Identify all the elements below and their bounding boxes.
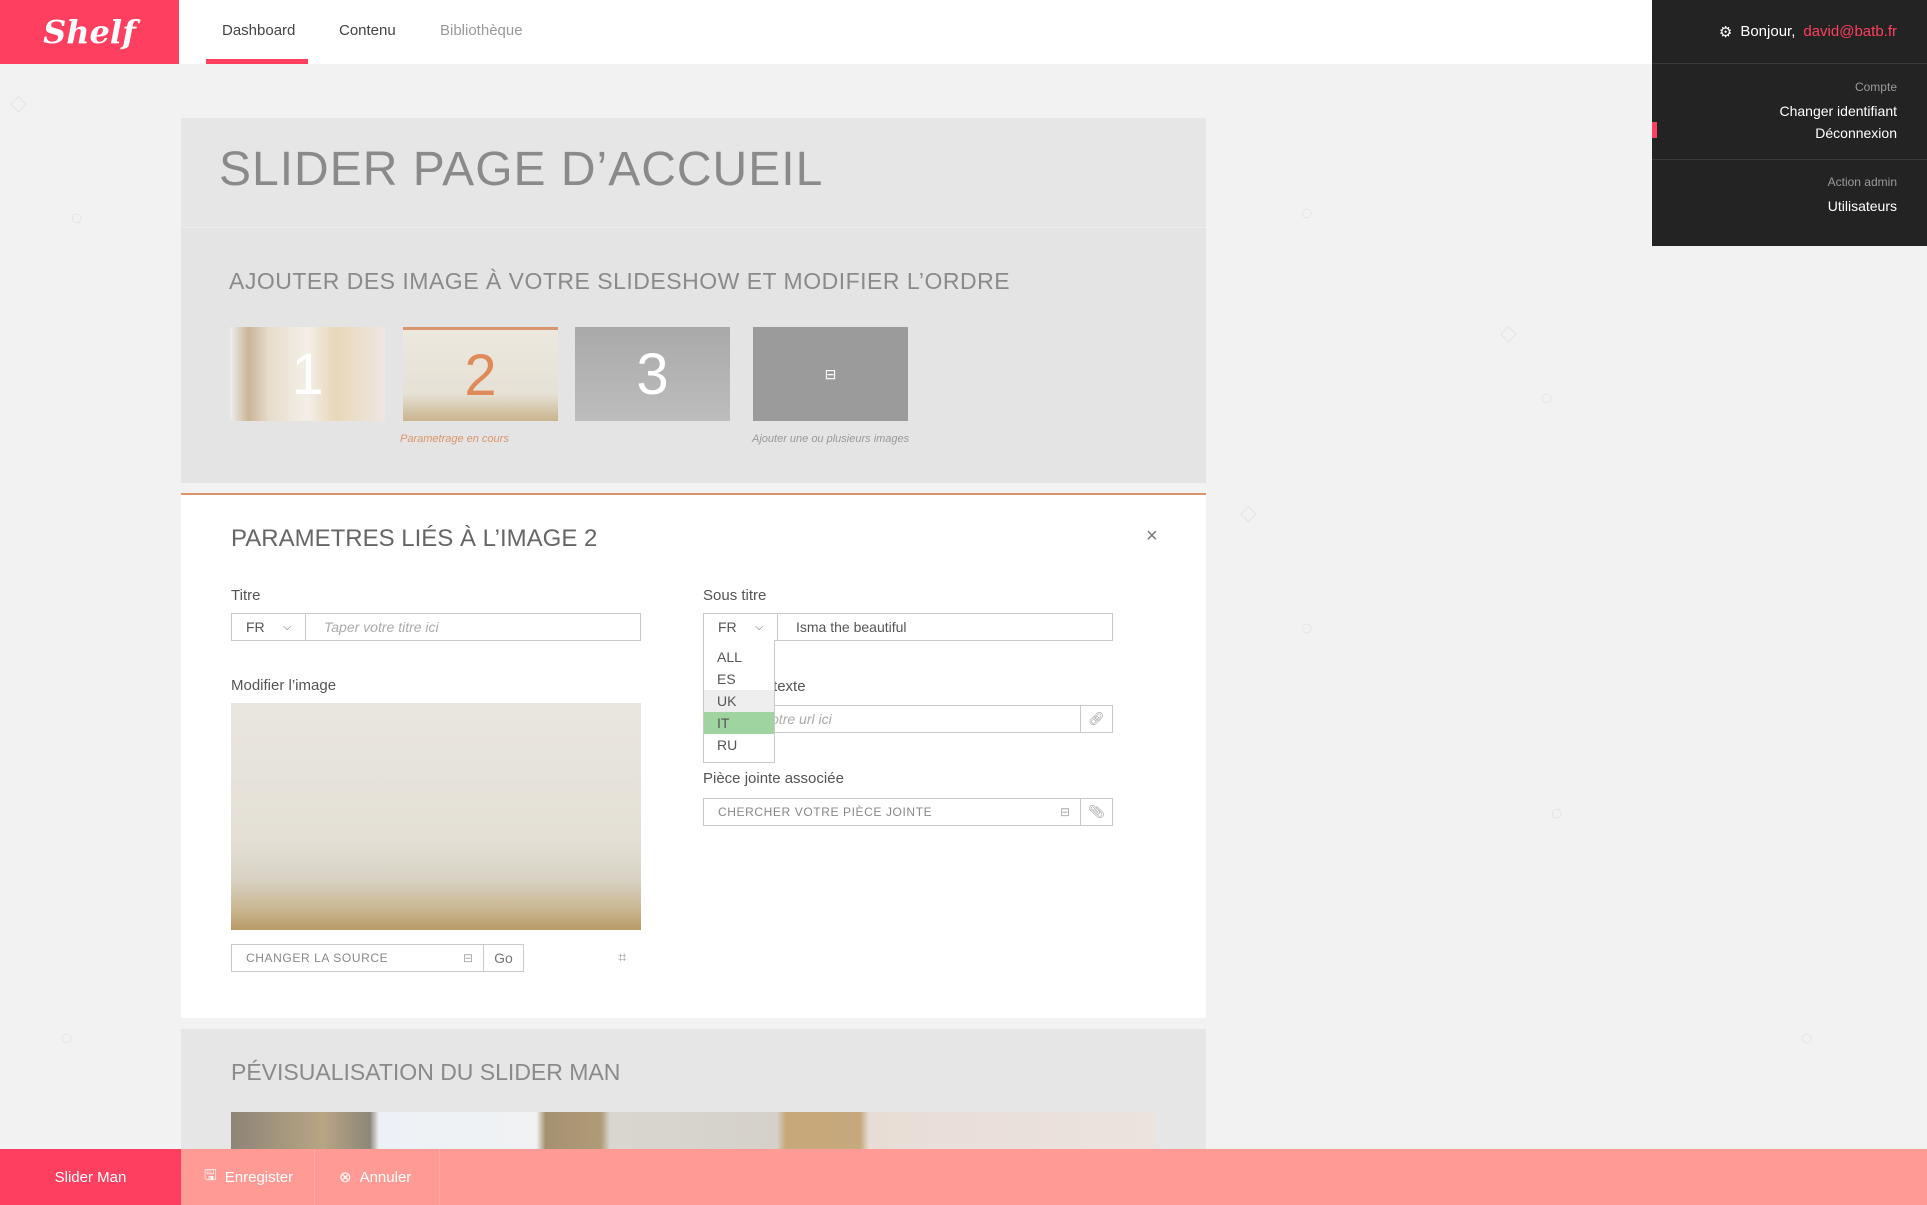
background-pattern: ○ [1550, 800, 1564, 825]
menu-item-changer-identifiant[interactable]: Changer identifiant [1779, 100, 1897, 122]
save-label: Enregister [224, 1168, 294, 1186]
divider [1652, 159, 1927, 160]
menu-item-utilisateurs[interactable]: Utilisateurs [1828, 195, 1897, 217]
close-icon[interactable]: × [1146, 525, 1158, 548]
background-pattern: ◇ [1500, 320, 1517, 345]
slide-thumb-1[interactable]: 1 [230, 327, 385, 421]
slide-number: 2 [464, 343, 497, 408]
menu-item-deconnexion[interactable]: Déconnexion [1779, 122, 1897, 144]
lang-option-it[interactable]: IT [704, 712, 774, 734]
titre-label: Titre [231, 587, 261, 604]
slide-thumb-3[interactable]: 3 [575, 327, 730, 421]
source-field: CHANGER LA SOURCE ⊟ [231, 944, 484, 972]
cancel-circle-icon: ⊗ [339, 1169, 352, 1186]
preview-heading: PÉVISUALISATION DU SLIDER MAN [231, 1059, 621, 1085]
nav-tab-contenu[interactable]: Contenu [339, 0, 396, 64]
sous-titre-input[interactable]: Isma the beautiful [778, 619, 1112, 635]
cancel-label: Annuler [359, 1168, 412, 1186]
titre-lang-select[interactable]: FR ⌵ [232, 614, 306, 640]
user-email[interactable]: david@batb.fr [1803, 23, 1897, 40]
add-images-button[interactable]: ⊟ [753, 327, 908, 421]
slide-number: 1 [291, 341, 324, 407]
shelf-logo[interactable]: Shelf [0, 0, 179, 64]
slide-thumb-2[interactable]: 2 [403, 327, 558, 421]
add-caption: Ajouter une ou plusieurs images [752, 433, 910, 445]
background-pattern: ○ [1540, 385, 1554, 410]
titre-field: FR ⌵ Taper votre titre ici [231, 613, 641, 641]
go-label: Go [494, 950, 513, 966]
chevron-down-icon: ⌵ [755, 621, 763, 633]
background-pattern: ◇ [1240, 500, 1257, 525]
selected-lang: FR [718, 619, 737, 635]
background-pattern: ○ [70, 205, 84, 230]
greeting: Bonjour, [1740, 23, 1796, 40]
params-heading: PARAMETRES LIÉS À L’IMAGE 2 [231, 525, 598, 552]
lang-dropdown: ALL ES UK IT RU [703, 640, 775, 763]
image-preview [231, 703, 641, 930]
active-caption: Parametrage en cours [400, 433, 509, 445]
lang-option-all[interactable]: ALL [704, 646, 774, 668]
save-button[interactable]: 🖫 Enregister [181, 1149, 315, 1205]
background-pattern: ○ [1300, 615, 1314, 640]
piece-field: CHERCHER VOTRE PIÈCE JOINTE ⊟ 📎︎ [703, 798, 1113, 826]
slideshow-section: AJOUTER DES IMAGE À VOTRE SLIDESHOW ET M… [181, 227, 1206, 483]
source-input[interactable]: CHANGER LA SOURCE [232, 951, 463, 965]
image-params-panel: PARAMETRES LIÉS À L’IMAGE 2 × Titre FR ⌵ … [181, 495, 1206, 1018]
active-marker [1652, 122, 1657, 138]
go-button[interactable]: Go [483, 944, 524, 972]
cancel-button[interactable]: ⊗ Annuler [315, 1149, 440, 1205]
background-pattern: ◇ [10, 90, 27, 115]
nav-tab-bibliotheque[interactable]: Bibliothèque [440, 0, 523, 64]
footer-bar: Slider Man 🖫 Enregister ⊗ Annuler [0, 1149, 1927, 1205]
sous-titre-label: Sous titre [703, 587, 767, 604]
active-tab-indicator [206, 59, 308, 64]
link-icon[interactable]: 🔗︎ [1080, 706, 1112, 732]
lang-option-es[interactable]: ES [704, 668, 774, 690]
sous-titre-lang-select[interactable]: FR ⌵ [704, 614, 778, 640]
gear-icon[interactable]: ⚙ [1719, 23, 1732, 41]
background-pattern: ○ [1300, 200, 1314, 225]
page-title-block: SLIDER PAGE D’ACCUEIL [181, 118, 1206, 227]
chevron-down-icon: ⌵ [283, 621, 291, 633]
drive-icon: ⊟ [462, 951, 473, 965]
background-pattern: ○ [1800, 1025, 1814, 1050]
user-menu-panel: ⚙ Bonjour, david@batb.fr Compte Changer … [1652, 0, 1927, 246]
piece-label: Pièce jointe associée [703, 770, 844, 787]
lang-option-ru[interactable]: RU [704, 734, 774, 756]
top-header: Shelf Dashboard Contenu Bibliothèque [0, 0, 1927, 64]
section-name: Slider Man [0, 1149, 181, 1205]
group-label-action-admin: Action admin [1827, 175, 1897, 189]
floppy-icon: 🖫 [204, 1166, 217, 1184]
drive-icon: ⊟ [1059, 805, 1070, 819]
drive-icon: ⊟ [824, 365, 837, 382]
sous-titre-field: FR ⌵ Isma the beautiful [703, 613, 1113, 641]
slideshow-heading: AJOUTER DES IMAGE À VOTRE SLIDESHOW ET M… [229, 268, 1011, 294]
page-title: SLIDER PAGE D’ACCUEIL [219, 143, 824, 196]
group-label-compte: Compte [1854, 80, 1897, 94]
nav-tab-dashboard[interactable]: Dashboard [222, 0, 295, 64]
background-pattern: ○ [60, 1025, 74, 1050]
lang-option-uk[interactable]: UK [704, 690, 774, 712]
slide-number: 3 [636, 341, 669, 407]
crop-icon[interactable]: ⌗ [618, 949, 626, 966]
modifier-image-label: Modifier l’image [231, 677, 337, 694]
piece-input[interactable]: CHERCHER VOTRE PIÈCE JOINTE [704, 805, 1060, 819]
titre-input[interactable]: Taper votre titre ici [306, 619, 640, 635]
selected-lang: FR [246, 619, 265, 635]
paperclip-icon[interactable]: 📎︎ [1080, 799, 1112, 825]
